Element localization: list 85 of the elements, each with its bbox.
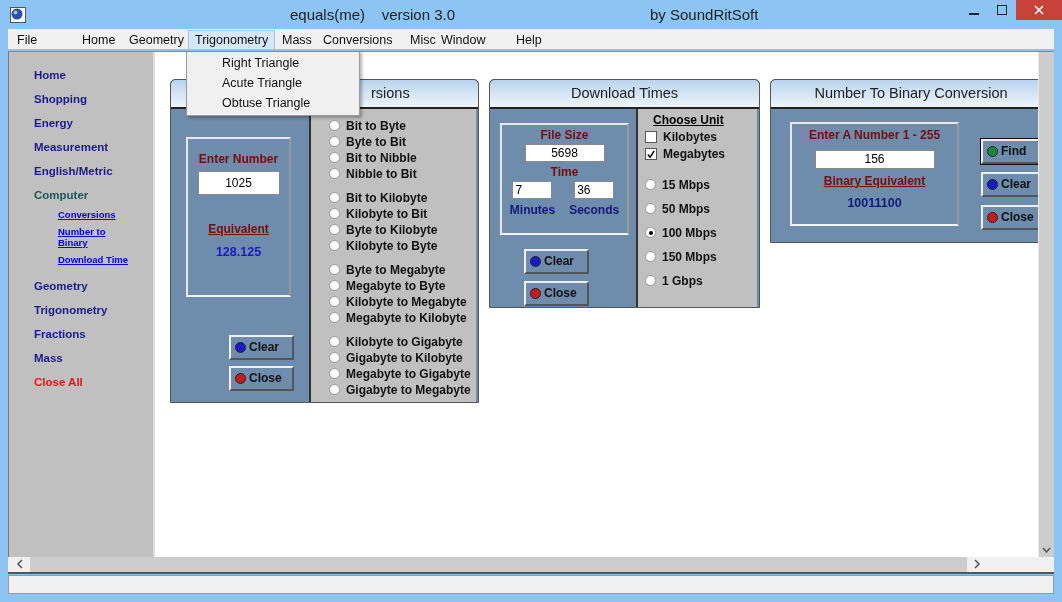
action-button[interactable]: Find — [981, 138, 1038, 164]
horizontal-scrollbar[interactable] — [8, 556, 1054, 574]
seconds-label: Seconds — [569, 203, 620, 217]
action-button[interactable]: Close — [524, 280, 589, 306]
action-button[interactable]: Clear — [981, 171, 1038, 197]
menu-option[interactable]: Acute Triangle — [187, 72, 359, 93]
chevron-left-icon — [16, 559, 24, 570]
menu-item[interactable]: File — [10, 30, 45, 51]
action-button[interactable]: Close — [229, 365, 294, 391]
file-size-field[interactable]: 5698 — [524, 143, 605, 162]
minutes-field[interactable]: 7 — [512, 180, 553, 199]
seconds-field[interactable]: 36 — [574, 180, 615, 199]
window-title: equals(me) version 3.0 — [290, 6, 456, 24]
radio-option[interactable]: Gigabyte to Kilobyte — [329, 349, 476, 366]
result-label: Equivalent — [208, 222, 269, 236]
minutes-label: Minutes — [509, 203, 556, 217]
menu-item[interactable]: Window — [434, 30, 493, 51]
result-value: 128.125 — [215, 244, 262, 259]
radio-option[interactable]: Kilobyte to Bit — [329, 205, 476, 222]
menu-item[interactable]: Mass — [275, 30, 319, 51]
panel-title: Download Times — [570, 85, 679, 102]
speed-option[interactable]: 1 Gbps — [645, 272, 757, 289]
menu-item[interactable]: Geometry — [122, 30, 191, 51]
menu-item[interactable]: Trigonometry — [188, 30, 276, 51]
sidebar-link[interactable]: Number to Binary — [58, 225, 132, 248]
sidebar-item[interactable]: Home — [34, 67, 66, 82]
time-label: Time — [550, 165, 579, 179]
menu-option[interactable]: Right Triangle — [187, 52, 359, 73]
sidebar-item[interactable]: Geometry — [34, 278, 88, 293]
radio-option[interactable]: Bit to Nibble — [329, 149, 476, 166]
speed-option[interactable]: 50 Mbps — [645, 200, 757, 217]
radio-option[interactable]: Byte to Megabyte — [329, 261, 476, 278]
radio-option[interactable]: Gigabyte to Megabyte — [329, 381, 476, 398]
number-field[interactable]: 156 — [814, 149, 935, 169]
radio-option[interactable]: Byte to Kilobyte — [329, 221, 476, 238]
panel-title: rsions — [371, 85, 410, 102]
action-button[interactable]: Close — [981, 204, 1038, 230]
menu-item[interactable]: Conversions — [316, 30, 400, 51]
vendor-label: by SoundRitSoft — [650, 6, 759, 24]
close-icon — [1034, 5, 1044, 15]
radio-option[interactable]: Kilobyte to Byte — [329, 237, 476, 254]
action-button[interactable]: Clear — [229, 334, 294, 360]
maximize-icon — [997, 5, 1007, 15]
sidebar-item[interactable]: Mass — [34, 350, 63, 365]
panel-title: Number To Binary Conversion — [814, 85, 1008, 102]
number-field[interactable]: 1025 — [197, 170, 280, 195]
radio-option[interactable]: Kilobyte to Megabyte — [329, 293, 476, 310]
vertical-scrollbar[interactable] — [1038, 51, 1054, 557]
radio-option[interactable]: Nibble to Bit — [329, 165, 476, 182]
chevron-down-icon — [1042, 546, 1051, 553]
unit-heading: Choose Unit — [653, 112, 725, 127]
sidebar-item[interactable]: Energy — [34, 115, 73, 130]
result-label: Binary Equivalent — [823, 174, 926, 188]
sidebar-item[interactable]: Trigonometry — [34, 302, 108, 317]
unit-checkbox[interactable]: Kilobytes — [645, 128, 757, 146]
sidebar-item[interactable]: Computer — [34, 187, 89, 202]
checkmark-icon — [646, 149, 656, 161]
minimize-icon — [969, 13, 979, 15]
sidebar-item[interactable]: Measurement — [34, 139, 109, 154]
unit-checkbox[interactable]: Megabytes — [645, 145, 757, 163]
chevron-right-icon — [973, 559, 981, 570]
menu-item[interactable]: Help — [509, 30, 549, 51]
radio-option[interactable]: Byte to Bit — [329, 133, 476, 150]
input-label: Enter A Number 1 - 255 — [808, 128, 941, 142]
sidebar-item[interactable]: Shopping — [34, 91, 87, 106]
sidebar-link[interactable]: Conversions — [58, 208, 116, 220]
radio-option[interactable]: Megabyte to Kilobyte — [329, 309, 476, 326]
result-value: 10011100 — [847, 195, 902, 210]
action-button[interactable]: Clear — [524, 248, 589, 274]
file-size-label: File Size — [540, 128, 589, 142]
app-icon — [10, 6, 26, 23]
radio-option[interactable]: Bit to Byte — [329, 117, 476, 134]
speed-option[interactable]: 15 Mbps — [645, 176, 757, 193]
sidebar-link[interactable]: Download Time — [58, 253, 129, 265]
speed-option[interactable]: 150 Mbps — [645, 248, 757, 265]
sidebar-item[interactable]: Fractions — [34, 326, 86, 341]
menu-option[interactable]: Obtuse Triangle — [187, 92, 359, 113]
radio-option[interactable]: Kilobyte to Gigabyte — [329, 333, 476, 350]
input-label: Enter Number — [198, 152, 279, 166]
menu-item[interactable]: Home — [75, 30, 123, 51]
speed-option[interactable]: 100 Mbps — [645, 224, 757, 241]
radio-option[interactable]: Megabyte to Byte — [329, 277, 476, 294]
radio-option[interactable]: Bit to Kilobyte — [329, 189, 476, 206]
radio-option[interactable]: Megabyte to Gigabyte — [329, 365, 476, 382]
sidebar-item[interactable]: English/Metric — [34, 163, 113, 178]
